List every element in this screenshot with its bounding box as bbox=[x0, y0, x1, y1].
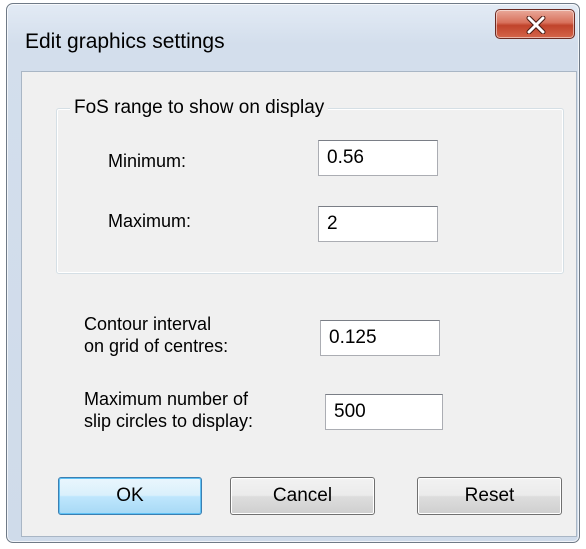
close-icon bbox=[526, 16, 546, 34]
reset-button[interactable]: Reset bbox=[417, 477, 562, 515]
max-slip-circles-label-line1: Maximum number of bbox=[84, 389, 249, 409]
ok-button[interactable]: OK bbox=[58, 477, 202, 515]
cancel-button[interactable]: Cancel bbox=[230, 477, 375, 515]
contour-interval-field[interactable]: 0.125 bbox=[320, 320, 440, 356]
minimum-label: Minimum: bbox=[108, 151, 187, 171]
dialog-title: Edit graphics settings bbox=[25, 30, 225, 53]
contour-interval-label-line1: Contour interval bbox=[84, 314, 212, 334]
dialog-window: Edit graphics settings FoS range to show… bbox=[6, 3, 580, 543]
close-button[interactable] bbox=[495, 9, 575, 39]
max-slip-circles-field[interactable]: 500 bbox=[325, 394, 443, 430]
maximum-label: Maximum: bbox=[108, 211, 192, 231]
fos-range-groupbox bbox=[56, 108, 564, 274]
minimum-field[interactable]: 0.56 bbox=[318, 140, 438, 176]
max-slip-circles-label-line2: slip circles to display: bbox=[84, 411, 254, 431]
contour-interval-label-line2: on grid of centres: bbox=[84, 336, 229, 356]
dialog-client-area: FoS range to show on display Minimum: 0.… bbox=[21, 71, 577, 537]
fos-range-group-label: FoS range to show on display bbox=[70, 97, 329, 119]
maximum-field[interactable]: 2 bbox=[318, 206, 438, 242]
